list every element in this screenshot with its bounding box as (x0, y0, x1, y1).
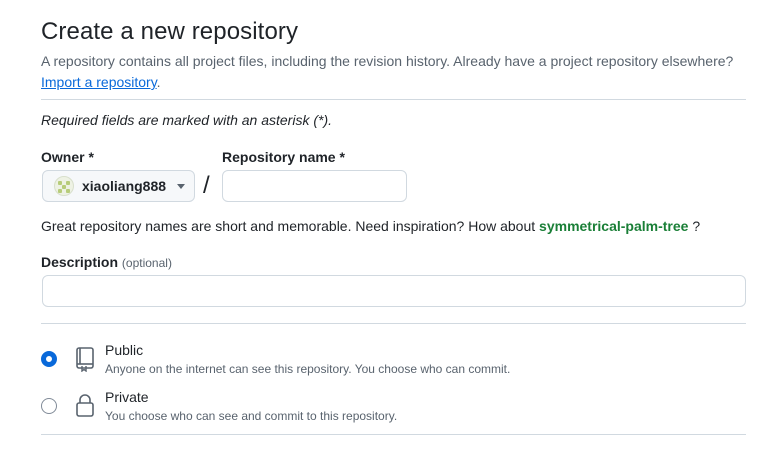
owner-name: xiaoliang888 (82, 178, 167, 194)
public-option-text: Public Anyone on the internet can see th… (105, 340, 510, 378)
chevron-down-icon (177, 183, 186, 189)
page-subtitle: A repository contains all project files,… (41, 51, 751, 93)
repository-name-hint: Great repository names are short and mem… (41, 216, 700, 236)
private-option-text: Private You choose who can see and commi… (105, 387, 397, 425)
divider (41, 323, 746, 324)
required-fields-note: Required fields are marked with an aster… (41, 112, 333, 128)
divider (41, 99, 746, 100)
avatar (54, 176, 74, 196)
visibility-option-public[interactable]: Public Anyone on the internet can see th… (41, 340, 510, 378)
description-label: Description (optional) (41, 252, 172, 273)
subtitle-text: A repository contains all project files,… (41, 53, 734, 69)
public-option-label: Public (105, 342, 144, 358)
suggested-name-link[interactable]: symmetrical-palm-tree (539, 218, 688, 234)
private-option-description: You choose who can see and commit to thi… (105, 409, 398, 423)
repository-name-label: Repository name * (222, 149, 345, 165)
owner-select-button[interactable]: xiaoliang888 (42, 170, 195, 202)
page-title: Create a new repository (41, 18, 299, 45)
optional-tag: (optional) (121, 256, 172, 270)
description-label-text: Description (41, 254, 119, 270)
public-option-description: Anyone on the internet can see this repo… (105, 362, 511, 376)
create-repository-page: Create a new repository A repository con… (0, 0, 784, 451)
description-input[interactable] (42, 275, 746, 307)
visibility-option-private[interactable]: Private You choose who can see and commi… (41, 387, 397, 425)
subtitle-period: . (156, 74, 161, 90)
hint-suffix: ? (692, 218, 701, 234)
owner-label: Owner * (41, 149, 94, 165)
lock-icon (76, 394, 94, 417)
private-option-label: Private (105, 389, 149, 405)
private-radio[interactable] (41, 398, 57, 414)
hint-text: Great repository names are short and mem… (41, 218, 536, 234)
owner-repo-separator: / (203, 172, 210, 199)
public-radio[interactable] (41, 351, 57, 367)
import-repository-link[interactable]: Import a repository (41, 74, 157, 90)
repository-name-input[interactable] (222, 170, 407, 202)
divider (41, 434, 746, 435)
repo-book-icon (76, 347, 94, 372)
